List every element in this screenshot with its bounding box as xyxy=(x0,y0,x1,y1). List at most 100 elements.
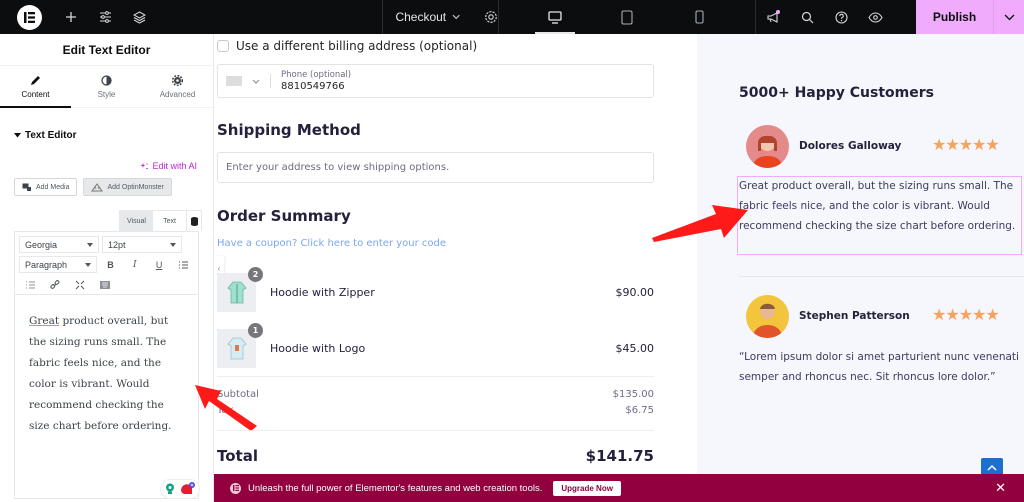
tablet-icon xyxy=(621,9,633,25)
numbered-list-button[interactable] xyxy=(19,276,41,293)
add-media-label: Add Media xyxy=(36,183,70,191)
media-icon xyxy=(22,183,31,191)
mobile-mode-button[interactable] xyxy=(682,0,716,34)
divider xyxy=(739,276,1024,277)
italic-button[interactable]: I xyxy=(124,256,145,273)
tab-style[interactable]: Style xyxy=(71,66,142,107)
add-element-button[interactable] xyxy=(54,0,88,34)
plus-icon xyxy=(66,12,76,22)
database-icon xyxy=(190,216,198,226)
tablet-mode-button[interactable] xyxy=(610,0,644,34)
editor-topbar: Checkout Publish xyxy=(0,0,1024,34)
numbered-list-icon xyxy=(25,281,35,288)
tax-row: Tax $6.75 xyxy=(217,405,654,416)
pencil-icon xyxy=(31,75,40,85)
editor-extensions xyxy=(160,479,200,499)
caret-down-icon xyxy=(170,242,176,247)
contrast-icon xyxy=(101,74,112,86)
add-media-button[interactable]: Add Media xyxy=(14,178,78,196)
help-icon xyxy=(834,10,848,24)
page-settings-button[interactable] xyxy=(484,10,498,24)
item-name: Hoodie with Zipper xyxy=(270,285,375,299)
billing-address-checkbox[interactable] xyxy=(217,40,229,52)
assistant-badge-icon xyxy=(181,482,195,494)
shipping-method-title: Shipping Method xyxy=(217,121,361,139)
tab-advanced[interactable]: Advanced xyxy=(142,66,213,107)
editor-panel: Edit Text Editor Content Style Advanced … xyxy=(0,34,214,502)
section-toggle-text-editor[interactable]: Text Editor xyxy=(0,108,213,141)
star-rating: ★★★★★ xyxy=(932,307,1000,324)
font-family-value: Georgia xyxy=(25,239,58,250)
coupon-link[interactable]: Have a coupon? Click here to enter your … xyxy=(217,238,446,249)
dynamic-tags-button[interactable] xyxy=(186,211,201,231)
total-label: Total xyxy=(217,447,258,465)
reviewer-name: Stephen Patterson xyxy=(799,310,910,322)
page-canvas: Use a different billing address (optiona… xyxy=(214,34,1024,502)
help-button[interactable] xyxy=(824,0,858,34)
edit-with-ai-label: Edit with AI xyxy=(152,161,197,171)
spellcheck-word: Great xyxy=(29,315,60,327)
avatar xyxy=(746,295,789,338)
caret-down-icon xyxy=(14,133,21,138)
phone-value: 8810549766 xyxy=(281,81,345,92)
publish-button[interactable]: Publish xyxy=(916,0,994,34)
add-optinmonster-button[interactable]: Add OptinMonster xyxy=(83,178,172,196)
reviews-title: 5000+ Happy Customers xyxy=(739,85,934,101)
block-format-select[interactable]: Paragraph xyxy=(19,256,97,273)
order-item: 1 Hoodie with Logo $45.00 xyxy=(217,322,654,368)
edit-with-ai-button[interactable]: Edit with AI xyxy=(140,161,197,171)
reviews-section: 5000+ Happy Customers Dolores Galloway ★… xyxy=(697,34,1024,502)
elementor-logo-icon[interactable] xyxy=(17,4,42,30)
billing-address-label: Use a different billing address (optiona… xyxy=(236,39,478,53)
page-selector[interactable]: Checkout xyxy=(382,0,500,34)
review-text: Great product overall, but the sizing ru… xyxy=(739,180,1016,232)
hoodie-logo-image xyxy=(226,337,247,360)
publish-options-button[interactable] xyxy=(994,0,1024,34)
upgrade-promo-bar: Unleash the full power of Elementor's fe… xyxy=(214,474,1024,502)
bullet-list-icon xyxy=(178,261,188,268)
bullet-list-button[interactable] xyxy=(173,256,194,273)
chevron-down-icon xyxy=(252,79,260,84)
close-icon[interactable]: ✕ xyxy=(995,480,1006,496)
phone-label: Phone (optional) xyxy=(281,70,352,80)
toolbar-toggle-button[interactable] xyxy=(94,276,116,293)
bold-button[interactable]: B xyxy=(100,256,121,273)
font-family-select[interactable]: Georgia xyxy=(19,236,99,253)
font-size-select[interactable]: 12pt xyxy=(102,236,182,253)
fullscreen-icon xyxy=(75,280,85,289)
country-flag-icon[interactable] xyxy=(226,76,242,86)
publish-group: Publish xyxy=(916,0,1024,34)
fullscreen-button[interactable] xyxy=(69,276,91,293)
subtotal-label: Subtotal xyxy=(217,389,259,400)
wysiwyg-editor: Georgia 12pt Paragraph B I U Great produ… xyxy=(14,231,199,499)
tab-label: Advanced xyxy=(159,89,196,99)
search-icon xyxy=(801,11,813,23)
subtotal-row: Subtotal $135.00 xyxy=(217,389,654,400)
checkout-main: Use a different billing address (optiona… xyxy=(214,34,697,502)
phone-input[interactable]: Phone (optional) 8810549766 xyxy=(217,64,654,98)
page-name: Checkout xyxy=(395,10,447,24)
editor-content[interactable]: Great product overall, but the sizing ru… xyxy=(15,295,198,453)
visual-tab[interactable]: Visual xyxy=(120,211,153,231)
keyboard-icon xyxy=(100,280,110,289)
grammar-lightbulb-icon xyxy=(166,483,174,494)
layers-icon xyxy=(132,10,146,24)
text-tab[interactable]: Text xyxy=(153,211,186,231)
sliders-icon xyxy=(99,11,111,23)
underline-button[interactable]: U xyxy=(148,256,169,273)
caret-down-icon xyxy=(87,242,93,247)
bold-icon: B xyxy=(107,259,114,270)
upgrade-now-button[interactable]: Upgrade Now xyxy=(553,480,621,496)
whats-new-button[interactable] xyxy=(756,0,790,34)
shipping-options-box: Enter your address to view shipping opti… xyxy=(217,152,654,183)
ai-sparkle-icon xyxy=(141,162,149,169)
finder-button[interactable] xyxy=(790,0,824,34)
total-row: Total $141.75 xyxy=(217,447,654,465)
site-settings-button[interactable] xyxy=(88,0,122,34)
desktop-mode-button[interactable] xyxy=(535,0,576,34)
tax-label: Tax xyxy=(217,405,234,416)
insert-link-button[interactable] xyxy=(44,276,66,293)
preview-button[interactable] xyxy=(858,0,892,34)
tab-content[interactable]: Content xyxy=(0,66,71,108)
structure-button[interactable] xyxy=(122,0,156,34)
